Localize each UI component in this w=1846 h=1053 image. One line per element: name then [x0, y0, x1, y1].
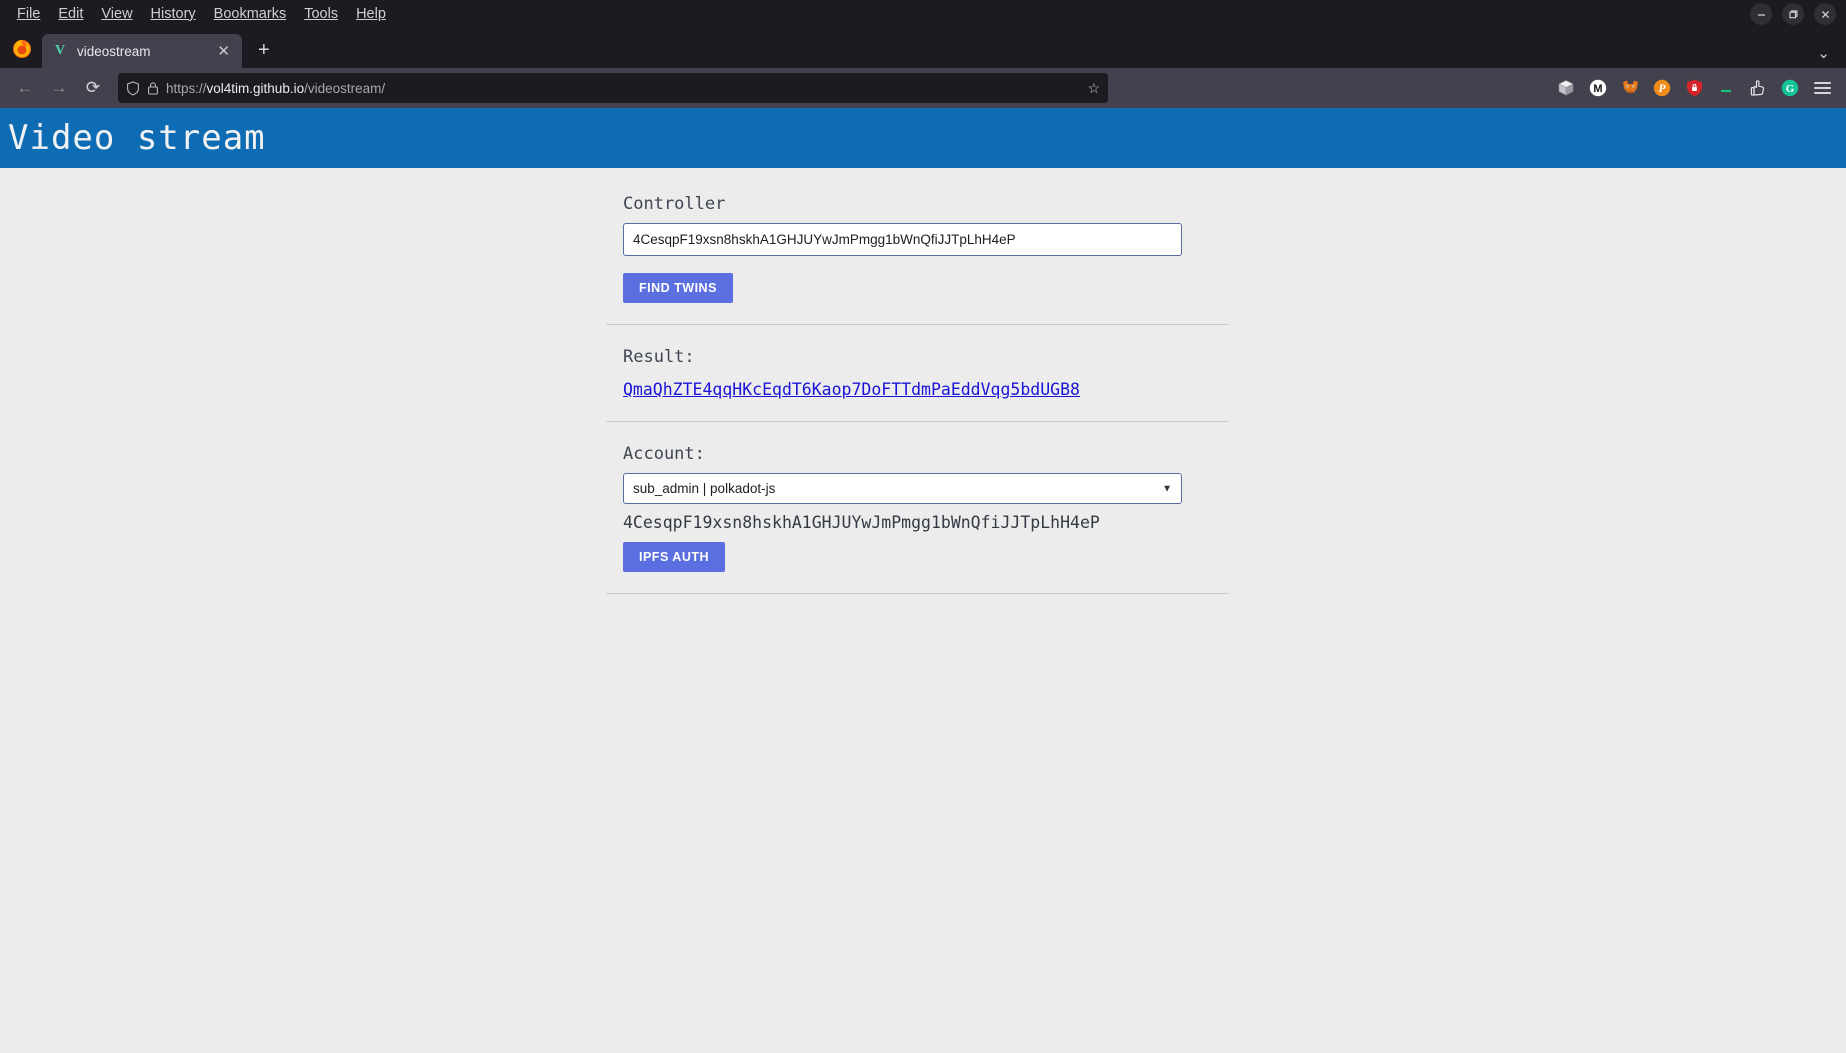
url-path: /videostream/ — [304, 80, 386, 96]
menu-help[interactable]: Help — [347, 4, 395, 25]
close-icon — [1821, 10, 1829, 18]
svg-text:M: M — [1593, 83, 1602, 95]
m-circle-icon[interactable]: M — [1588, 78, 1608, 98]
page-title: Video stream — [8, 118, 266, 158]
firefox-logo-icon — [10, 36, 34, 60]
tab-close-icon[interactable]: ✕ — [215, 44, 232, 59]
svg-text:G: G — [1786, 83, 1795, 95]
account-section: Account: sub_admin | polkadot-js ▼ 4Cesq… — [623, 422, 1223, 572]
shield-icon[interactable] — [126, 80, 140, 96]
form-container: Controller 4CesqpF19xsn8hskhA1GHJUYwJmPm… — [606, 168, 1229, 594]
hand-icon[interactable] — [1748, 78, 1768, 98]
menu-edit-label: Edit — [58, 5, 84, 22]
back-button[interactable]: ← — [10, 73, 40, 103]
tab-favicon-v-icon: V — [54, 43, 66, 58]
ipfs-auth-button[interactable]: IPFS AUTH — [623, 542, 726, 572]
controller-label: Controller — [623, 194, 726, 214]
minimize-icon — [1757, 13, 1765, 16]
url-host: vol4tim.github.io — [206, 80, 305, 96]
tab-title: videostream — [77, 43, 151, 59]
minimize-button[interactable] — [1750, 3, 1772, 25]
dash-icon[interactable] — [1716, 78, 1736, 98]
lock-icon[interactable] — [147, 81, 159, 96]
browser-tab-videostream[interactable]: V videostream ✕ — [42, 34, 242, 68]
menu-history-label: History — [150, 5, 196, 22]
menu-bookmarks-label: Bookmarks — [213, 5, 287, 22]
url-text: https://vol4tim.github.io/videostream/ — [166, 81, 1080, 96]
navigation-toolbar: ← → ⟳ https://vol4tim.github.io/videostr… — [0, 68, 1846, 108]
chevron-down-icon: ▼ — [1162, 483, 1172, 494]
menu-history[interactable]: History — [142, 4, 205, 25]
menu-file[interactable]: File — [8, 4, 49, 25]
polkadot-icon[interactable]: P — [1652, 78, 1672, 98]
svg-text:P: P — [1658, 83, 1666, 95]
menu-edit[interactable]: Edit — [49, 4, 92, 25]
account-address: 4CesqpF19xsn8hskhA1GHJUYwJmPmgg1bWnQfiJJ… — [623, 513, 1100, 532]
window-controls — [1750, 0, 1836, 28]
grammarly-icon[interactable]: G — [1780, 78, 1800, 98]
menu-view[interactable]: View — [92, 4, 141, 25]
forward-button[interactable]: → — [44, 73, 74, 103]
page-content: Video stream Controller 4CesqpF19xsn8hsk… — [0, 108, 1846, 1053]
window-titlebar: File Edit View History Bookmarks Tools H… — [0, 0, 1846, 28]
bookmark-star-icon[interactable]: ☆ — [1087, 80, 1100, 97]
controller-input[interactable]: 4CesqpF19xsn8hskhA1GHJUYwJmPmgg1bWnQfiJJ… — [623, 223, 1182, 256]
reload-button[interactable]: ⟳ — [78, 73, 108, 103]
find-twins-button[interactable]: FIND TWINS — [623, 273, 733, 303]
account-select[interactable]: sub_admin | polkadot-js ▼ — [623, 473, 1182, 504]
new-tab-button[interactable]: + — [252, 38, 276, 62]
divider-3 — [606, 593, 1229, 594]
close-button[interactable] — [1814, 3, 1836, 25]
maximize-button[interactable] — [1782, 3, 1804, 25]
account-select-value: sub_admin | polkadot-js — [633, 481, 776, 496]
controller-section: Controller 4CesqpF19xsn8hskhA1GHJUYwJmPm… — [623, 194, 1223, 303]
result-section: Result: QmaQhZTE4qqHKcEqdT6Kaop7DoFTTdmP… — [623, 325, 1223, 400]
menu-file-label: File — [17, 5, 41, 22]
url-scheme: https:// — [166, 80, 207, 96]
metamask-fox-icon[interactable] — [1620, 78, 1640, 98]
list-all-tabs-chevron-down-icon[interactable]: ⌄ — [1817, 44, 1830, 62]
menu-help-label: Help — [356, 5, 386, 22]
menu-tools[interactable]: Tools — [295, 4, 347, 25]
tab-strip: V videostream ✕ + ⌄ — [0, 28, 1846, 68]
result-label: Result: — [623, 347, 695, 367]
cube-icon[interactable] — [1556, 78, 1576, 98]
menu-tools-label: Tools — [304, 5, 339, 22]
shield-lock-icon[interactable] — [1684, 78, 1704, 98]
extension-toolbar: M P G — [1556, 78, 1836, 98]
restore-icon — [1788, 9, 1798, 18]
menu-view-label: View — [101, 5, 133, 22]
site-header: Video stream — [0, 108, 1846, 168]
menu-bookmarks[interactable]: Bookmarks — [205, 4, 296, 25]
menu-bar: File Edit View History Bookmarks Tools H… — [0, 4, 395, 25]
account-label: Account: — [623, 444, 705, 464]
address-bar[interactable]: https://vol4tim.github.io/videostream/ ☆ — [118, 73, 1108, 103]
hamburger-icon — [1813, 82, 1831, 94]
app-menu-button[interactable] — [1812, 78, 1832, 98]
result-hash-link[interactable]: QmaQhZTE4qqHKcEqdT6Kaop7DoFTTdmPaEddVqg5… — [623, 380, 1080, 399]
